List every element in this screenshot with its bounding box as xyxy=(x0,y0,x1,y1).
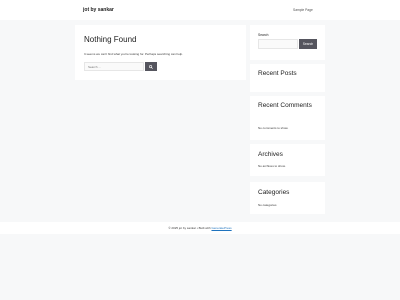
archives-widget: Archives No archives to show. xyxy=(250,144,325,176)
recent-posts-widget: Recent Posts xyxy=(250,64,325,92)
site-footer: © 2025 jot by sankar • Built with Genera… xyxy=(0,222,400,234)
categories-widget: Categories No categories xyxy=(250,182,325,214)
search-widget: Search Search xyxy=(250,25,325,60)
site-header: jot by sankar Sample Page xyxy=(0,0,400,20)
footer-theme-link[interactable]: GeneratePress xyxy=(211,226,231,230)
main-search-button[interactable] xyxy=(145,62,157,71)
sidebar-search-button[interactable]: Search xyxy=(299,39,317,49)
recent-comments-empty: No comments to show. xyxy=(258,126,289,130)
nav-item-sample-page[interactable]: Sample Page xyxy=(293,8,313,12)
archives-empty: No archives to show. xyxy=(258,164,286,168)
sidebar-search-input[interactable] xyxy=(258,39,298,49)
recent-comments-title: Recent Comments xyxy=(258,102,312,109)
search-widget-label: Search xyxy=(258,33,269,37)
site-title[interactable]: jot by sankar xyxy=(83,7,114,13)
main-content-card: Nothing Found It seems we can't find wha… xyxy=(75,25,246,80)
archives-title: Archives xyxy=(258,151,283,158)
categories-empty: No categories xyxy=(258,203,277,207)
main-search-input[interactable] xyxy=(84,62,144,71)
page-title: Nothing Found xyxy=(84,35,137,44)
search-icon xyxy=(149,64,153,69)
footer-text: © 2025 jot by sankar • Built with Genera… xyxy=(0,226,400,230)
categories-title: Categories xyxy=(258,189,290,196)
footer-copyright: © 2025 jot by sankar • Built with xyxy=(168,226,211,230)
recent-posts-title: Recent Posts xyxy=(258,70,297,77)
not-found-message: It seems we can't find what you're looki… xyxy=(84,52,184,56)
recent-comments-widget: Recent Comments No comments to show. xyxy=(250,96,325,140)
